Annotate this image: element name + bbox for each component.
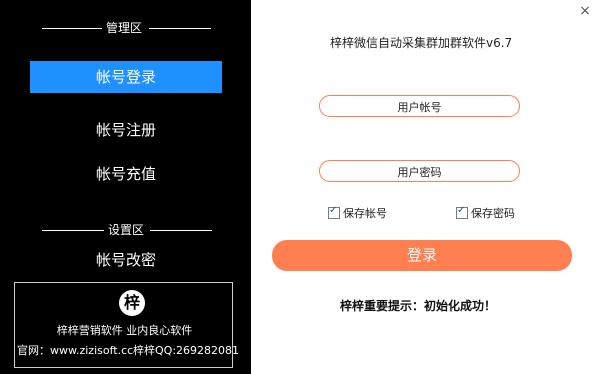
save-account-label: 保存帐号 (343, 207, 387, 220)
settings-section-label: 设置区 (108, 223, 145, 237)
sidebar: 管理区 帐号登录 帐号注册 帐号充值 设置区 帐号改密 梓 梓梓营销软件 业内良… (0, 0, 251, 374)
promo-qq: 梓梓QQ:269282081 (133, 344, 240, 357)
save-password-checkbox[interactable]: 保存密码 (456, 205, 515, 220)
close-icon[interactable]: × (578, 4, 592, 18)
brand-logo-icon: 梓 (119, 290, 145, 316)
nav-item-account-login[interactable]: 帐号登录 (30, 61, 222, 93)
account-field-wrapper (319, 95, 520, 118)
checkbox-checked-icon (328, 205, 340, 219)
manage-section-label: 管理区 (106, 21, 143, 35)
promo-box: 梓 梓梓营销软件 业内良心软件 官网：www.zizisoft.cc 梓梓QQ:… (14, 282, 239, 368)
app-title: 梓梓微信自动采集群加群软件v6.7 (330, 36, 513, 50)
settings-section-header: 设置区 (0, 222, 251, 238)
save-password-label: 保存密码 (471, 207, 515, 220)
login-button[interactable]: 登录 (272, 240, 572, 271)
promo-website: 官网：www.zizisoft.cc (17, 344, 134, 357)
nav-item-account-recharge[interactable]: 帐号充值 (30, 158, 222, 190)
app-window: 管理区 帐号登录 帐号注册 帐号充值 设置区 帐号改密 梓 梓梓营销软件 业内良… (0, 0, 600, 374)
password-input[interactable] (320, 162, 519, 183)
nav-item-account-register[interactable]: 帐号注册 (30, 114, 222, 146)
divider-line (42, 28, 102, 29)
main-panel (251, 0, 600, 374)
account-input[interactable] (320, 97, 519, 118)
manage-section-header: 管理区 (0, 20, 251, 36)
nav-item-change-password[interactable]: 帐号改密 (30, 244, 222, 276)
divider-line (150, 230, 212, 231)
password-field-wrapper (319, 160, 520, 183)
promo-slogan: 梓梓营销软件 业内良心软件 (56, 324, 193, 337)
divider-line (149, 28, 211, 29)
checkbox-checked-icon (456, 205, 468, 219)
status-message: 梓梓重要提示：初始化成功！ (340, 299, 497, 313)
save-account-checkbox[interactable]: 保存帐号 (328, 205, 387, 220)
divider-line (42, 230, 104, 231)
